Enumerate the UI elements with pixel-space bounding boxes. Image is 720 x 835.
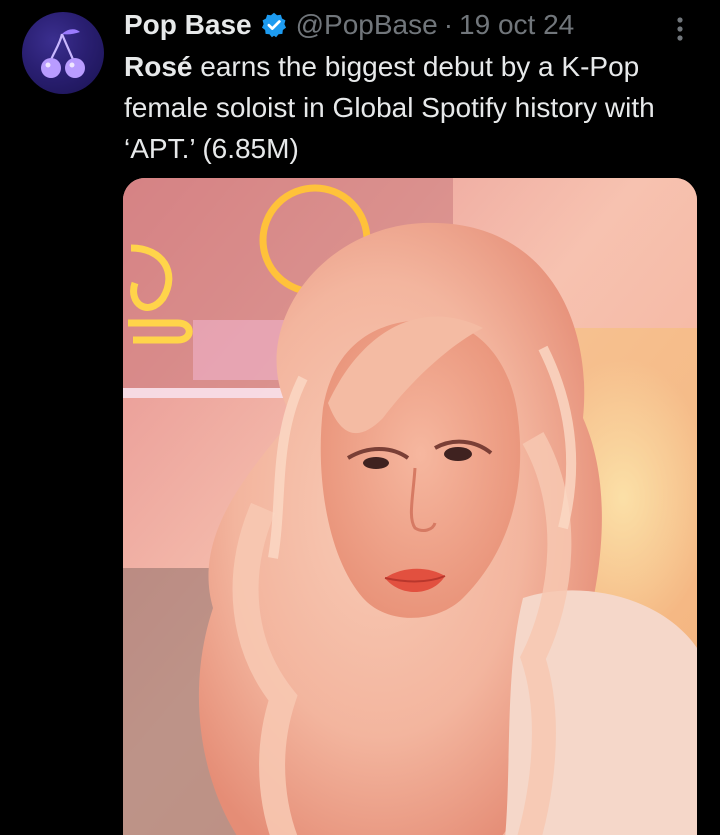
tweet-text: Rosé earns the biggest debut by a K-Pop … [124, 46, 704, 169]
separator-dot: · [443, 9, 454, 40]
tweet-date[interactable]: 19 oct 24 [459, 9, 574, 41]
photo-portrait [123, 178, 697, 835]
verified-badge-icon [261, 12, 286, 38]
cherry-icon [41, 29, 85, 78]
display-name[interactable]: Pop Base [124, 9, 252, 41]
tweet-text-bold: Rosé [124, 51, 193, 82]
author-handle[interactable]: @PopBase [296, 9, 438, 41]
tweet-header: Pop Base @PopBase · 19 oct 24 [124, 6, 574, 44]
tweet-text-body: earns the biggest debut by a K-Pop femal… [124, 51, 655, 164]
tweet-media-photo[interactable] [123, 178, 697, 835]
more-options-icon[interactable] [668, 12, 692, 46]
avatar[interactable] [22, 12, 104, 94]
tweet[interactable]: Pop Base @PopBase · 19 oct 24 Rosé earns… [0, 0, 720, 835]
